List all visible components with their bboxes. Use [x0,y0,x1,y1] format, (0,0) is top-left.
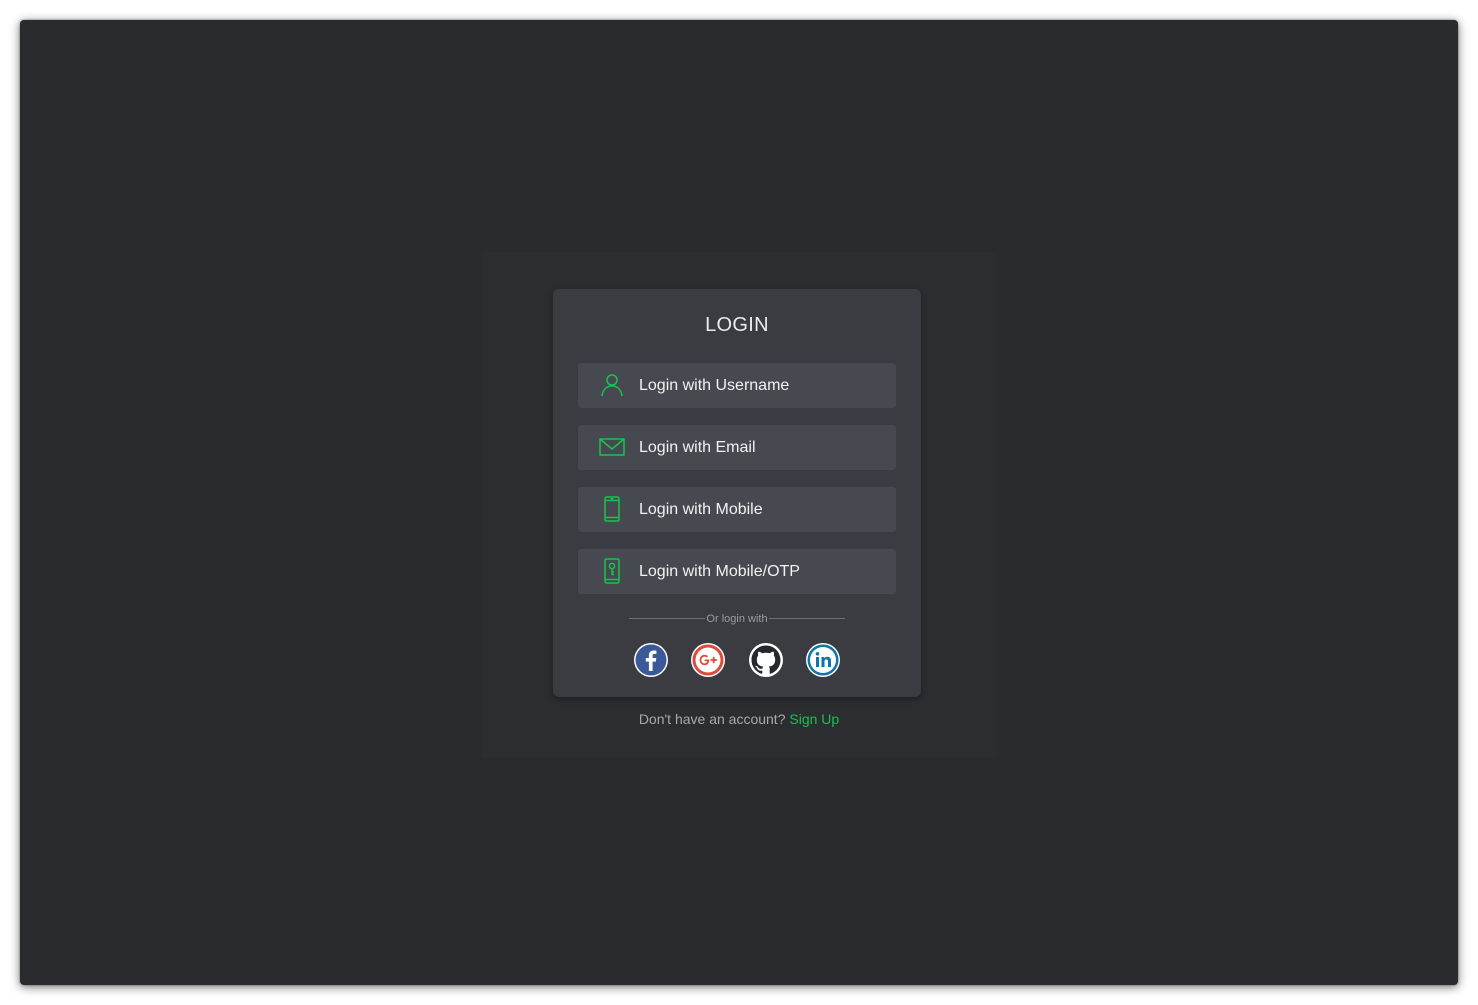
user-icon [598,372,626,399]
login-email-label: Login with Email [639,439,756,456]
login-username-button[interactable]: Login with Username [578,363,896,408]
login-email-button[interactable]: Login with Email [578,425,896,470]
login-mobile-otp-button[interactable]: Login with Mobile/OTP [578,549,896,594]
app-window: LOGIN Login with Username Login with Ema… [20,20,1458,985]
login-mobile-button[interactable]: Login with Mobile [578,487,896,532]
mobile-otp-icon [598,558,626,585]
github-icon [750,644,782,676]
login-mobile-label: Login with Mobile [639,501,763,518]
email-icon [598,434,626,461]
signup-link[interactable]: Sign Up [789,711,839,727]
facebook-login-button[interactable] [634,643,668,677]
linkedin-icon [807,644,839,676]
login-username-label: Login with Username [639,377,790,394]
github-login-button[interactable] [749,643,783,677]
login-title: LOGIN [705,314,769,336]
login-mobile-otp-label: Login with Mobile/OTP [639,563,800,580]
facebook-icon [635,644,667,676]
google-plus-icon [692,644,724,676]
mobile-icon [598,496,626,523]
google-plus-login-button[interactable] [691,643,725,677]
signup-prompt: Don't have an account? [638,711,786,727]
or-login-with-divider: Or login with [629,611,845,627]
login-card: LOGIN Login with Username Login with Ema… [553,289,921,697]
signup-footer: Don't have an account? Sign Up [482,711,996,727]
linkedin-login-button[interactable] [806,643,840,677]
divider-text: Or login with [706,613,768,625]
